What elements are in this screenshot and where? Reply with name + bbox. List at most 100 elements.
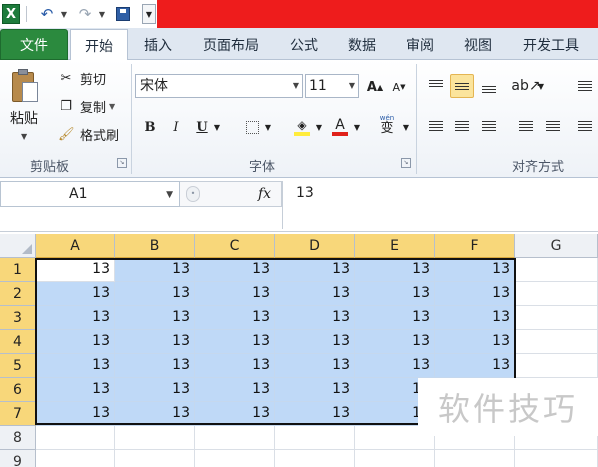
cell-d6[interactable]: 13 — [275, 378, 355, 402]
cell-c8[interactable] — [195, 426, 275, 450]
select-all-button[interactable] — [0, 234, 36, 258]
copy-dropdown-arrow[interactable]: ▼ — [109, 102, 115, 111]
column-header-a[interactable]: A — [36, 234, 115, 258]
column-header-e[interactable]: E — [355, 234, 435, 258]
fill-color-dropdown-arrow[interactable]: ▼ — [313, 116, 325, 138]
cell-f4[interactable]: 13 — [435, 330, 515, 354]
tab-developer[interactable]: 开发工具 — [508, 29, 594, 60]
redo-icon[interactable]: ↷ — [76, 4, 94, 24]
row-header-8[interactable]: 8 — [0, 426, 36, 450]
cell-a8[interactable] — [36, 426, 115, 450]
paste-dropdown-arrow[interactable]: ▼ — [21, 132, 27, 141]
tab-file[interactable]: 文件 — [0, 29, 68, 60]
cell-g9[interactable] — [515, 450, 598, 467]
cell-g5[interactable] — [515, 354, 598, 378]
row-header-5[interactable]: 5 — [0, 354, 36, 378]
cell-b4[interactable]: 13 — [115, 330, 195, 354]
borders-icon[interactable] — [241, 116, 263, 138]
italic-button[interactable]: I — [165, 116, 187, 138]
name-box-dropdown-arrow[interactable]: ▼ — [166, 183, 173, 207]
increase-indent-button[interactable] — [541, 114, 565, 138]
insert-function-button[interactable]: fx — [258, 186, 271, 202]
tab-insert[interactable]: 插入 — [130, 29, 186, 60]
clipboard-dialog-launcher[interactable]: ↘ — [117, 158, 127, 168]
font-size-dropdown-arrow[interactable]: ▼ — [349, 75, 355, 97]
cell-d3[interactable]: 13 — [275, 306, 355, 330]
cell-g2[interactable] — [515, 282, 598, 306]
tab-home[interactable]: 开始 — [70, 29, 128, 61]
cell-a9[interactable] — [36, 450, 115, 467]
cell-c1[interactable]: 13 — [195, 258, 275, 282]
save-icon[interactable] — [114, 4, 132, 24]
fill-color-button[interactable]: ◈ — [291, 116, 313, 138]
font-name-combobox[interactable]: 宋体 ▼ — [135, 74, 303, 98]
cell-f3[interactable]: 13 — [435, 306, 515, 330]
cell-c2[interactable]: 13 — [195, 282, 275, 306]
cell-c9[interactable] — [195, 450, 275, 467]
cell-e4[interactable]: 13 — [355, 330, 435, 354]
copy-button[interactable]: ❐ 复制 ▼ — [58, 96, 115, 116]
cell-a5[interactable]: 13 — [36, 354, 115, 378]
format-painter-button[interactable]: 🖌 格式刷 — [58, 124, 119, 144]
row-header-4[interactable]: 4 — [0, 330, 36, 354]
tab-review[interactable]: 审阅 — [392, 29, 448, 60]
cell-d2[interactable]: 13 — [275, 282, 355, 306]
merge-center-icon[interactable] — [573, 114, 597, 138]
tab-formulas[interactable]: 公式 — [276, 29, 332, 60]
cell-c3[interactable]: 13 — [195, 306, 275, 330]
wrap-text-icon[interactable] — [573, 74, 597, 98]
cell-f1[interactable]: 13 — [435, 258, 515, 282]
cell-b7[interactable]: 13 — [115, 402, 195, 426]
underline-button[interactable]: U — [191, 116, 213, 138]
cell-d5[interactable]: 13 — [275, 354, 355, 378]
cell-a7[interactable]: 13 — [36, 402, 115, 426]
column-header-f[interactable]: F — [435, 234, 515, 258]
cell-g1[interactable] — [515, 258, 598, 282]
align-center-button[interactable] — [450, 114, 474, 138]
tab-view[interactable]: 视图 — [450, 29, 506, 60]
row-header-7[interactable]: 7 — [0, 402, 36, 426]
cell-a2[interactable]: 13 — [36, 282, 115, 306]
align-bottom-button[interactable] — [477, 74, 501, 98]
cell-b1[interactable]: 13 — [115, 258, 195, 282]
formula-input[interactable]: 13 — [282, 181, 598, 229]
cell-b5[interactable]: 13 — [115, 354, 195, 378]
bold-button[interactable]: B — [139, 116, 161, 138]
cell-e9[interactable] — [355, 450, 435, 467]
cell-f9[interactable] — [435, 450, 515, 467]
decrease-indent-button[interactable] — [514, 114, 538, 138]
cell-d7[interactable]: 13 — [275, 402, 355, 426]
row-header-6[interactable]: 6 — [0, 378, 36, 402]
cell-e1[interactable]: 13 — [355, 258, 435, 282]
cell-d4[interactable]: 13 — [275, 330, 355, 354]
font-size-combobox[interactable]: 11 ▼ — [305, 74, 359, 98]
tab-data[interactable]: 数据 — [334, 29, 390, 60]
cell-b6[interactable]: 13 — [115, 378, 195, 402]
align-left-button[interactable] — [424, 114, 448, 138]
cell-d1[interactable]: 13 — [275, 258, 355, 282]
font-name-dropdown-arrow[interactable]: ▼ — [293, 75, 299, 97]
grow-font-button[interactable]: A ▲ — [364, 76, 386, 98]
align-top-button[interactable] — [424, 74, 448, 98]
tab-page-layout[interactable]: 页面布局 — [188, 29, 274, 60]
name-box[interactable]: A1 ▼ — [0, 181, 180, 207]
paste-icon[interactable] — [10, 68, 40, 104]
formula-bar-grip[interactable]: • — [186, 186, 200, 202]
cell-a4[interactable]: 13 — [36, 330, 115, 354]
redo-dropdown-arrow[interactable]: ▼ — [97, 4, 107, 24]
cell-b2[interactable]: 13 — [115, 282, 195, 306]
cell-a1[interactable]: 13 — [36, 258, 115, 282]
column-header-d[interactable]: D — [275, 234, 355, 258]
orientation-button[interactable]: ab↗ — [511, 74, 540, 98]
font-color-dropdown-arrow[interactable]: ▼ — [351, 116, 363, 138]
borders-dropdown-arrow[interactable]: ▼ — [262, 116, 274, 138]
cell-f5[interactable]: 13 — [435, 354, 515, 378]
cell-d9[interactable] — [275, 450, 355, 467]
cell-a6[interactable]: 13 — [36, 378, 115, 402]
cell-g4[interactable] — [515, 330, 598, 354]
cell-d8[interactable] — [275, 426, 355, 450]
cell-c6[interactable]: 13 — [195, 378, 275, 402]
column-header-b[interactable]: B — [115, 234, 195, 258]
customize-qat-button[interactable]: ▼ — [142, 4, 156, 24]
row-header-1[interactable]: 1 — [0, 258, 36, 282]
